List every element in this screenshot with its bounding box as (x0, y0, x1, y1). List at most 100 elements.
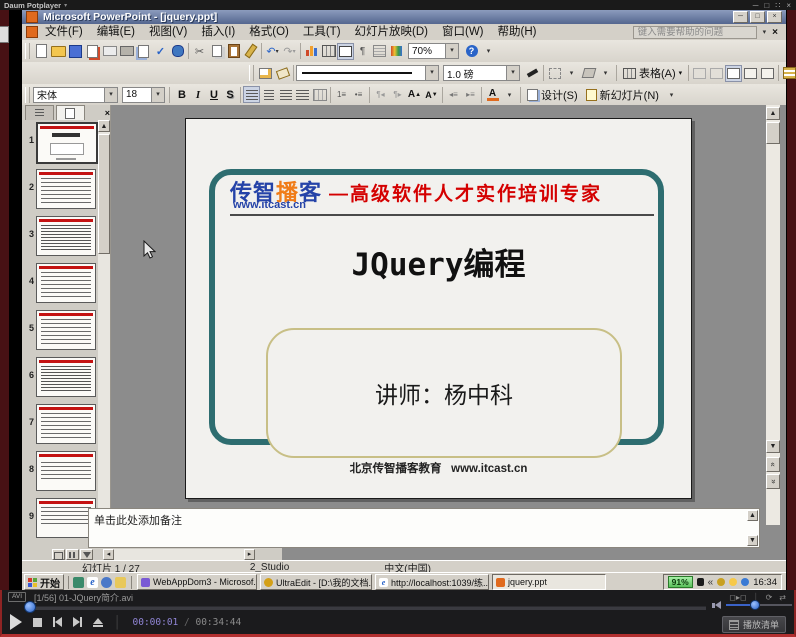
slide-thumbnail-8[interactable] (36, 451, 96, 491)
panel-close-icon[interactable]: × (105, 108, 110, 118)
line-width-dropdown-icon[interactable]: ▾ (506, 66, 519, 80)
pp-minimize-icon[interactable]: ─ (733, 11, 748, 23)
scroll-thumb[interactable] (766, 122, 780, 144)
increase-font-icon[interactable]: A▲ (406, 86, 423, 103)
design-button[interactable]: 设计(S) (523, 86, 582, 103)
draw-table-icon[interactable] (257, 65, 274, 82)
font-combobox[interactable]: 宋体▾ (33, 87, 118, 103)
tray-network-icon[interactable] (741, 578, 749, 586)
slide-thumbnail-2[interactable] (36, 169, 96, 209)
pp-restore-icon[interactable]: □ (750, 11, 765, 23)
distribute-text-icon[interactable] (294, 86, 311, 103)
tab-slides[interactable] (56, 105, 85, 120)
player-pin-icon[interactable]: ∷ (775, 1, 780, 10)
zoom-combobox[interactable]: 70%▾ (408, 43, 459, 59)
menu-window[interactable]: 窗口(W) (435, 24, 491, 40)
fill-color-icon[interactable] (580, 65, 597, 82)
splitter-collapse-icon[interactable] (76, 510, 86, 519)
tables-and-borders-icon[interactable] (337, 43, 354, 60)
cut-icon[interactable]: ✂ (191, 43, 208, 60)
slide-canvas[interactable]: 传智播客 www.itcast.cn —高级软件人才实作培训专家 JQuery编… (185, 118, 692, 499)
scroll-up-icon[interactable]: ▲ (766, 107, 780, 120)
split-cells-icon[interactable] (708, 65, 725, 82)
permission-icon[interactable] (84, 43, 101, 60)
decrease-indent-icon[interactable]: ◂≡ (445, 86, 462, 103)
hscroll-track[interactable] (114, 549, 244, 560)
menu-tools[interactable]: 工具(T) (296, 24, 348, 40)
slide-sorter-view-button[interactable] (66, 549, 79, 560)
font-dropdown-icon[interactable]: ▾ (104, 88, 117, 102)
menu-view[interactable]: 视图(V) (142, 24, 194, 40)
slide-thumbnail-3[interactable] (36, 216, 96, 256)
tab-outline[interactable] (25, 105, 54, 120)
underline-button[interactable]: U (206, 87, 222, 103)
save-icon[interactable] (67, 43, 84, 60)
line-style-combobox[interactable]: ▾ (296, 65, 439, 81)
distribute-rows-icon[interactable] (781, 65, 796, 82)
paste-icon[interactable] (225, 43, 242, 60)
player-close-icon[interactable]: × (786, 1, 791, 10)
slide-thumbnail-4[interactable] (36, 263, 96, 303)
previous-button[interactable] (53, 617, 62, 627)
menu-help[interactable]: 帮助(H) (491, 24, 544, 40)
playlist-button[interactable]: 播放清单 (722, 616, 786, 633)
task-ultraedit[interactable]: UltraEdit - [D:\我的文档... (260, 574, 372, 590)
player-side-tab[interactable] (0, 26, 9, 43)
slide-thumbnail-9[interactable] (36, 498, 96, 538)
notes-scroll-down-icon[interactable]: ▼ (747, 535, 758, 546)
next-button[interactable] (73, 617, 82, 627)
notes-pane[interactable]: 单击此处添加备注 ▲ ▼ (88, 508, 760, 548)
center-vertically-icon[interactable] (742, 65, 759, 82)
decrease-font-icon[interactable]: A▼ (423, 86, 440, 103)
eraser-icon[interactable] (274, 65, 291, 82)
next-slide-button[interactable]: « (766, 474, 780, 489)
task-webappdom[interactable]: WebAppDom3 - Microsof... (137, 574, 257, 590)
help-icon[interactable]: ? (463, 43, 480, 60)
powerpoint-titlebar[interactable]: Microsoft PowerPoint - [jquery.ppt] ─ □ … (22, 10, 786, 24)
player-minimize-icon[interactable]: ─ (753, 1, 759, 10)
hscroll-right-icon[interactable]: ▸ (244, 549, 255, 560)
volume-knob[interactable] (750, 600, 760, 610)
increase-indent-icon[interactable]: ▸≡ (462, 86, 479, 103)
player-maximize-icon[interactable]: □ (764, 1, 769, 10)
quicklaunch-folder-icon[interactable] (115, 577, 126, 588)
stop-button[interactable] (33, 618, 42, 627)
tray-key-icon[interactable] (717, 578, 725, 586)
panel-scroll-up-icon[interactable]: ▲ (98, 120, 110, 132)
help-question-input[interactable]: 键入需要帮助的问题 (633, 26, 757, 39)
border-color-icon[interactable] (524, 65, 541, 82)
player-titlebar[interactable]: Daum Potplayer ▾ ─□∷× (0, 0, 796, 10)
spelling-icon[interactable]: ✓ (152, 43, 169, 60)
slide-thumbnail-7[interactable] (36, 404, 96, 444)
new-slide-button[interactable]: 新幻灯片(N) (582, 86, 663, 103)
menu-insert[interactable]: 插入(I) (194, 24, 242, 40)
font-size-dropdown-icon[interactable]: ▾ (151, 88, 164, 102)
slide-thumbnail-1[interactable] (36, 122, 98, 164)
hscroll-left-icon[interactable]: ◂ (103, 549, 114, 560)
power-plug-icon[interactable] (697, 578, 704, 586)
tray-messenger-icon[interactable] (729, 578, 737, 586)
new-document-icon[interactable] (33, 43, 50, 60)
font-color-icon[interactable]: A (484, 86, 501, 103)
panel-scroll-thumb[interactable] (98, 134, 110, 254)
player-menu-arrow-icon[interactable]: ▾ (64, 2, 67, 9)
notes-scroll-up-icon[interactable]: ▲ (747, 510, 758, 521)
help-dropdown-icon[interactable]: ▾ (763, 28, 767, 36)
toolbar-options-icon[interactable]: ▾ (480, 43, 497, 60)
previous-slide-button[interactable]: « (766, 457, 780, 472)
print-preview-icon[interactable] (135, 43, 152, 60)
pp-close-icon[interactable]: × (767, 11, 782, 23)
redo-icon[interactable]: ↷▾ (281, 43, 298, 60)
play-button[interactable] (10, 614, 22, 630)
menu-file[interactable]: 文件(F) (38, 24, 90, 40)
print-icon[interactable] (118, 43, 135, 60)
bullets-icon[interactable]: •≡ (350, 86, 367, 103)
menu-format[interactable]: 格式(O) (242, 24, 296, 40)
undo-icon[interactable]: ↶▾ (264, 43, 281, 60)
line-style-dropdown-icon[interactable]: ▾ (425, 66, 438, 80)
formatting-options-icon[interactable]: ▾ (663, 86, 680, 103)
line-width-combobox[interactable]: 1.0 磅▾ (443, 65, 520, 81)
slide-thumbnail-6[interactable] (36, 357, 96, 397)
fill-color-dropdown-icon[interactable]: ▾ (597, 65, 614, 82)
numbering-icon[interactable]: 1≡ (333, 86, 350, 103)
